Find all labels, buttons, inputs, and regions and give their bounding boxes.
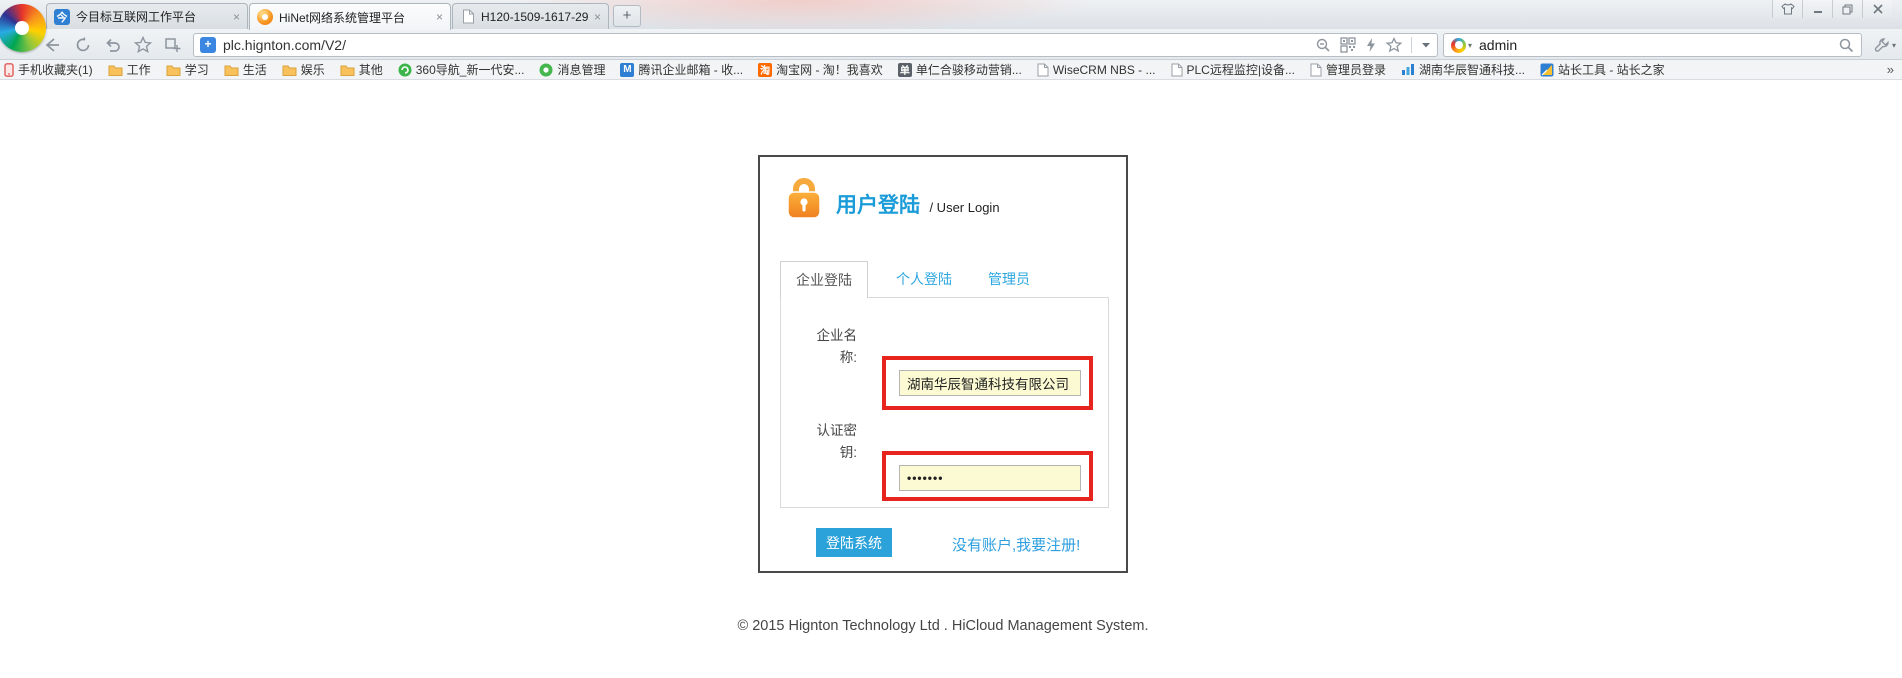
browser-tab-3[interactable]: H120-1509-1617-2932-77 × <box>452 3 609 29</box>
tab-title: H120-1509-1617-2932-77 <box>481 10 588 24</box>
login-title-zh: 用户登陆 <box>836 194 920 217</box>
theme-button[interactable] <box>1772 0 1802 18</box>
bookmark-folder-study[interactable]: 学习 <box>166 61 209 78</box>
close-icon <box>1873 4 1883 14</box>
bookmark-star-icon[interactable] <box>1386 37 1402 53</box>
browser-titlebar: 今 今目标互联网工作平台 × HiNet网络系统管理平台 × H120-1509… <box>0 0 1902 29</box>
register-link[interactable]: 没有账户,我要注册! <box>952 534 1080 555</box>
tools-caret-icon: ▾ <box>1892 41 1896 50</box>
refresh-button[interactable] <box>70 33 96 57</box>
browser-tab-1[interactable]: 今 今目标互联网工作平台 × <box>46 3 248 29</box>
enterprise-name-label: 企业名称: <box>809 325 857 369</box>
bookmark-wisecrm[interactable]: WiseCRM NBS - ... <box>1037 63 1156 77</box>
tab-enterprise-login[interactable]: 企业登陆 <box>780 261 868 298</box>
search-box[interactable]: ▾ admin <box>1443 33 1862 57</box>
folder-icon <box>108 64 123 76</box>
lightning-icon[interactable] <box>1365 37 1377 53</box>
collect-page-button[interactable] <box>160 33 186 57</box>
star-icon <box>134 36 152 54</box>
bar-chart-icon <box>1401 63 1415 76</box>
minimize-icon <box>1813 4 1823 14</box>
login-title-en: / User Login <box>929 200 999 215</box>
tencent-mail-icon: M <box>620 63 634 77</box>
tab-personal-login[interactable]: 个人登陆 <box>880 261 968 297</box>
site-shield-icon[interactable]: + <box>200 37 216 53</box>
minimize-button[interactable] <box>1802 0 1832 18</box>
bookmark-folder-life[interactable]: 生活 <box>224 61 267 78</box>
taobao-icon: 淘 <box>758 63 772 77</box>
enterprise-name-input[interactable] <box>899 370 1081 396</box>
grid-plus-icon <box>164 36 182 54</box>
close-button[interactable] <box>1862 0 1892 18</box>
url-dropdown-icon[interactable] <box>1421 41 1431 49</box>
restore-button[interactable] <box>1832 0 1862 18</box>
lock-icon <box>782 175 826 221</box>
bookmark-message-mgmt[interactable]: 消息管理 <box>539 61 605 78</box>
dark-logo-icon: 单 <box>898 63 912 77</box>
browser-logo-icon[interactable] <box>0 4 46 52</box>
undo-button[interactable] <box>100 33 126 57</box>
bookmark-360-nav[interactable]: 360导航_新一代安... <box>398 61 525 78</box>
url-text[interactable]: plc.hignton.com/V2/ <box>223 37 1315 53</box>
undo-arrow-icon <box>104 36 122 54</box>
tab-close-icon[interactable]: × <box>594 11 601 23</box>
page-content: 用户登陆 / User Login 企业登陆 个人登陆 管理员 企业名称: 认证… <box>0 80 1902 678</box>
bookmarks-overflow-chevron[interactable]: » <box>1887 62 1894 77</box>
tab-title: HiNet网络系统管理平台 <box>279 9 430 26</box>
tab-close-icon[interactable]: × <box>436 11 443 23</box>
tab-title: 今目标互联网工作平台 <box>76 8 227 25</box>
tab-close-icon[interactable]: × <box>233 11 240 23</box>
folder-icon <box>340 64 355 76</box>
refresh-icon <box>74 36 92 54</box>
address-bar[interactable]: + plc.hignton.com/V2/ <box>193 33 1438 57</box>
wrench-icon <box>1874 37 1890 53</box>
login-submit-button[interactable]: 登陆系统 <box>816 528 892 557</box>
phone-icon <box>4 63 14 77</box>
bookmark-admin-login[interactable]: 管理员登录 <box>1310 61 1386 78</box>
back-arrow-icon <box>43 36 63 54</box>
blank-page-favicon-icon <box>460 9 476 25</box>
folder-icon <box>224 64 239 76</box>
search-input[interactable]: admin <box>1479 37 1838 53</box>
bookmark-mobile-favorites[interactable]: 手机收藏夹(1) <box>4 61 93 78</box>
jin-favicon-icon: 今 <box>54 9 70 25</box>
auth-key-label: 认证密钥: <box>809 420 857 464</box>
page-icon <box>1171 63 1183 77</box>
green-circle-icon <box>539 63 553 77</box>
page-icon <box>1310 63 1322 77</box>
search-icon[interactable] <box>1838 37 1854 53</box>
qr-code-icon[interactable] <box>1340 37 1356 53</box>
zhanzhang-icon <box>1540 63 1554 77</box>
auth-key-input[interactable] <box>899 465 1081 491</box>
browser-tab-2-active[interactable]: HiNet网络系统管理平台 × <box>249 3 451 30</box>
folder-icon <box>166 64 181 76</box>
bookmark-folder-other[interactable]: 其他 <box>340 61 383 78</box>
favorites-button[interactable] <box>130 33 156 57</box>
bookmark-huachen[interactable]: 湖南华辰智通科技... <box>1401 61 1525 78</box>
restore-icon <box>1842 4 1853 15</box>
tools-button[interactable]: ▾ <box>1870 33 1900 57</box>
hinet-favicon-icon <box>257 9 273 25</box>
folder-icon <box>282 64 297 76</box>
search-engine-icon[interactable] <box>1451 38 1466 53</box>
bookmark-taobao[interactable]: 淘 淘宝网 - 淘！我喜欢 <box>758 61 883 78</box>
search-engine-caret-icon[interactable]: ▾ <box>1468 41 1472 50</box>
bookmark-folder-entertainment[interactable]: 娱乐 <box>282 61 325 78</box>
shirt-icon <box>1781 3 1795 15</box>
tab-admin[interactable]: 管理员 <box>972 261 1046 297</box>
bookmarks-bar: 手机收藏夹(1) 工作 学习 生活 娱乐 其他 360导航_新一代安... <box>0 60 1902 80</box>
bookmark-danren[interactable]: 单 单仁合骏移动营销... <box>898 61 1022 78</box>
zoom-out-icon[interactable] <box>1315 37 1331 53</box>
bookmark-plc-monitor[interactable]: PLC远程监控|设备... <box>1171 61 1295 78</box>
page-icon <box>1037 63 1049 77</box>
page-footer: © 2015 Hignton Technology Ltd . HiCloud … <box>0 618 1886 634</box>
divider <box>1411 37 1412 53</box>
bookmark-folder-work[interactable]: 工作 <box>108 61 151 78</box>
bookmark-tencent-mail[interactable]: M 腾讯企业邮箱 - 收... <box>620 61 743 78</box>
green-circle-icon <box>398 63 412 77</box>
login-title: 用户登陆 / User Login <box>836 189 1000 219</box>
login-panel: 用户登陆 / User Login 企业登陆 个人登陆 管理员 企业名称: 认证… <box>758 155 1128 573</box>
bookmark-zhanzhang[interactable]: 站长工具 - 站长之家 <box>1540 61 1665 78</box>
new-tab-button[interactable]: + <box>613 5 641 27</box>
